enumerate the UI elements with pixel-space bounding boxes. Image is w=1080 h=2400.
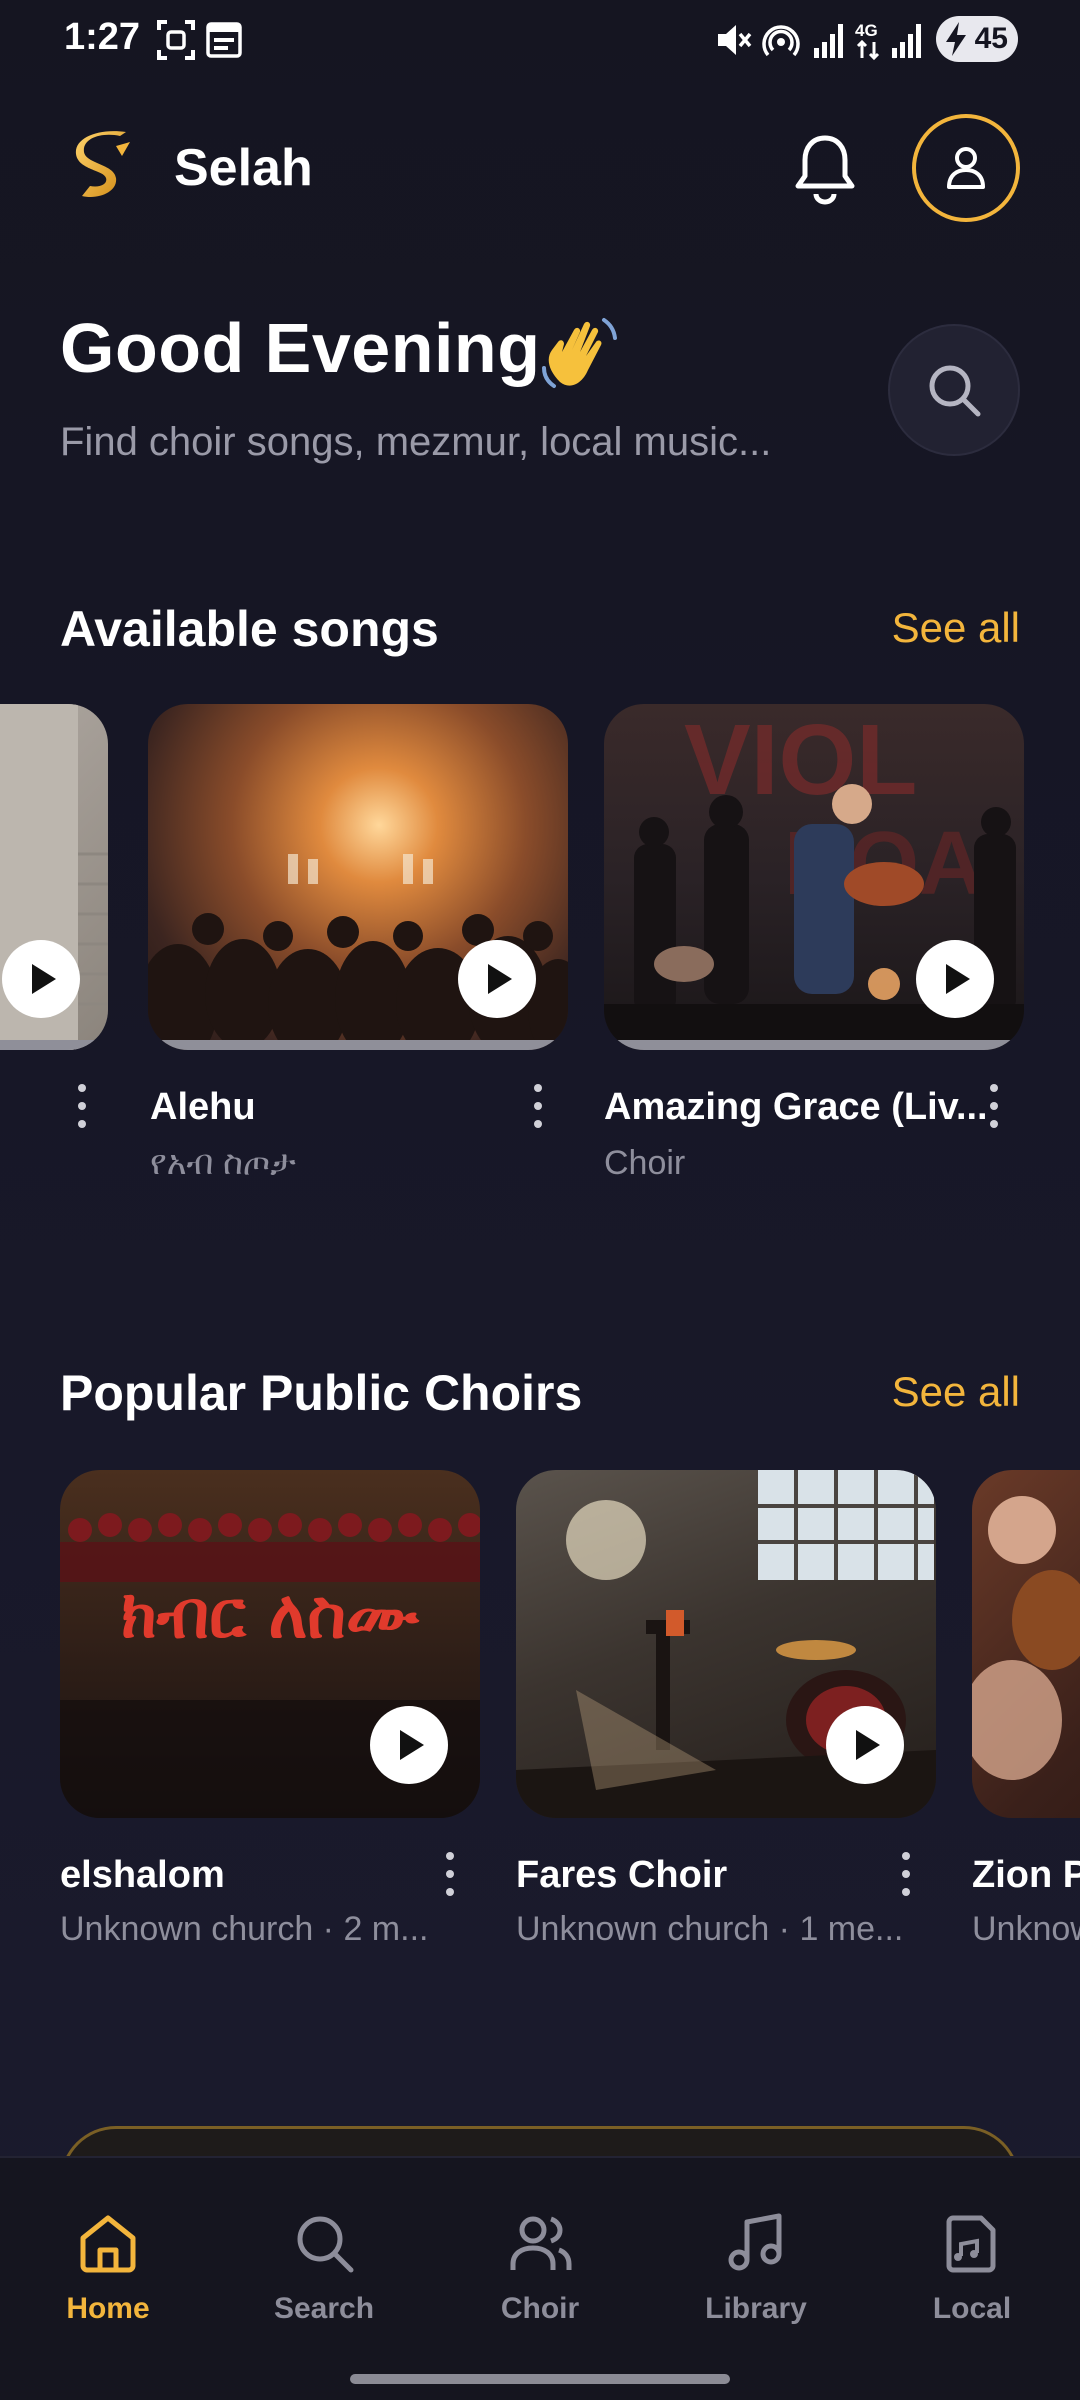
network-4g-icon: 4G xyxy=(855,21,880,61)
song-card-alehu[interactable]: Alehu የአብ ስጦታ xyxy=(148,704,572,1184)
signal-icon xyxy=(814,24,843,58)
song-progress-bar xyxy=(148,1040,568,1050)
play-button[interactable] xyxy=(2,940,80,1018)
battery-level: 45 xyxy=(974,22,1008,55)
popular-choirs-see-all[interactable]: See all xyxy=(892,1368,1020,1416)
choir-poster-text: ክብር ለስሙ xyxy=(121,1576,419,1653)
profile-button[interactable] xyxy=(912,114,1020,222)
choir-card-fares[interactable]: Fares Choir Unknown church · 1 me... xyxy=(516,1470,940,1950)
music-note-icon xyxy=(728,2213,782,2271)
choir-subtitle: Unknown church · 1 me... xyxy=(516,1910,904,1948)
more-options-icon[interactable] xyxy=(528,1084,548,1128)
status-time: 1:27 xyxy=(64,16,141,58)
song-card[interactable] xyxy=(0,704,112,1184)
nav-local[interactable]: Local xyxy=(872,2210,1072,2326)
status-bar: 1:27 4G 45 xyxy=(0,0,1080,80)
play-icon xyxy=(400,1730,424,1760)
play-icon xyxy=(32,964,56,994)
users-icon xyxy=(510,2216,572,2270)
calendar-icon xyxy=(206,22,242,58)
choir-card-zion[interactable]: Zion P Unknow xyxy=(972,1470,1080,1950)
signal-icon-2 xyxy=(892,24,921,58)
greeting-title: Good Evening xyxy=(60,309,541,387)
local-music-icon xyxy=(946,2215,996,2273)
greeting-subtitle: Find choir songs, mezmur, local music... xyxy=(60,420,772,464)
charging-icon xyxy=(946,22,966,56)
song-thumbnail xyxy=(148,704,568,1050)
nav-library[interactable]: Library xyxy=(656,2210,856,2326)
battery-indicator: 45 xyxy=(936,16,1018,62)
available-songs-title: Available songs xyxy=(60,601,439,657)
choir-subtitle: Unknow xyxy=(972,1910,1080,1948)
choir-thumbnail xyxy=(972,1470,1080,1818)
choir-title: elshalom xyxy=(60,1854,225,1896)
bottom-navigation: Home Search Choir Library Local xyxy=(0,2156,1080,2400)
available-songs-see-all[interactable]: See all xyxy=(892,604,1020,652)
song-card-amazing-grace[interactable]: VIOL ROA Amazing Grace (Liv... Choir xyxy=(604,704,1028,1184)
song-title: Alehu xyxy=(150,1086,256,1128)
play-button[interactable] xyxy=(458,940,536,1018)
nav-label: Choir xyxy=(500,2292,580,2325)
hotspot-icon xyxy=(762,25,800,57)
song-subtitle: Choir xyxy=(604,1144,686,1182)
nav-label: Library xyxy=(705,2292,807,2325)
notification-bell-icon[interactable] xyxy=(790,130,860,206)
more-options-icon[interactable] xyxy=(896,1852,916,1896)
nav-label: Home xyxy=(66,2292,150,2325)
user-icon xyxy=(947,147,985,189)
nav-home[interactable]: Home xyxy=(8,2210,208,2326)
search-icon xyxy=(929,365,981,417)
song-thumbnail xyxy=(0,704,108,1050)
song-progress-bar xyxy=(604,1040,1024,1050)
choir-subtitle: Unknown church · 2 m... xyxy=(60,1910,429,1948)
play-icon xyxy=(946,964,970,994)
play-button[interactable] xyxy=(370,1706,448,1784)
nav-label: Local xyxy=(932,2292,1012,2325)
app-screen: 1:27 4G 45 Selah Good Evening Find choir… xyxy=(0,0,1080,2400)
selah-logo xyxy=(75,131,130,198)
mute-icon xyxy=(718,25,752,55)
song-progress-bar xyxy=(0,1040,108,1050)
song-title: Amazing Grace (Liv... xyxy=(604,1086,988,1128)
popular-choirs-title: Popular Public Choirs xyxy=(60,1365,583,1421)
nav-label: Search xyxy=(273,2292,375,2325)
more-options-icon[interactable] xyxy=(984,1084,1004,1128)
app-name: Selah xyxy=(174,139,313,197)
waving-hand-icon xyxy=(542,318,617,388)
play-icon xyxy=(856,1730,880,1760)
search-icon xyxy=(297,2216,354,2273)
nav-choir[interactable]: Choir xyxy=(440,2210,640,2326)
play-button[interactable] xyxy=(826,1706,904,1784)
choir-title: Zion P xyxy=(972,1854,1080,1896)
more-options-icon[interactable] xyxy=(72,1084,92,1128)
more-options-icon[interactable] xyxy=(440,1852,460,1896)
choir-title: Fares Choir xyxy=(516,1854,728,1896)
gesture-navigation-bar[interactable] xyxy=(350,2374,730,2384)
search-button[interactable] xyxy=(888,324,1020,456)
play-button[interactable] xyxy=(916,940,994,1018)
song-subtitle: የአብ ስጦታ xyxy=(150,1144,296,1182)
choir-thumbnail: ክብር ለስሙ xyxy=(60,1470,480,1818)
choir-card-elshalom[interactable]: ክብር ለስሙ elshalom Unknown church · 2 m... xyxy=(60,1470,484,1950)
violinist-image xyxy=(972,1496,1080,1780)
screenshot-icon xyxy=(157,20,195,60)
song-thumbnail: VIOL ROA xyxy=(604,704,1024,1050)
home-icon xyxy=(80,2215,136,2273)
svg-text:4G: 4G xyxy=(855,21,878,40)
nav-search[interactable]: Search xyxy=(224,2210,424,2326)
play-icon xyxy=(488,964,512,994)
choir-thumbnail xyxy=(516,1470,936,1818)
